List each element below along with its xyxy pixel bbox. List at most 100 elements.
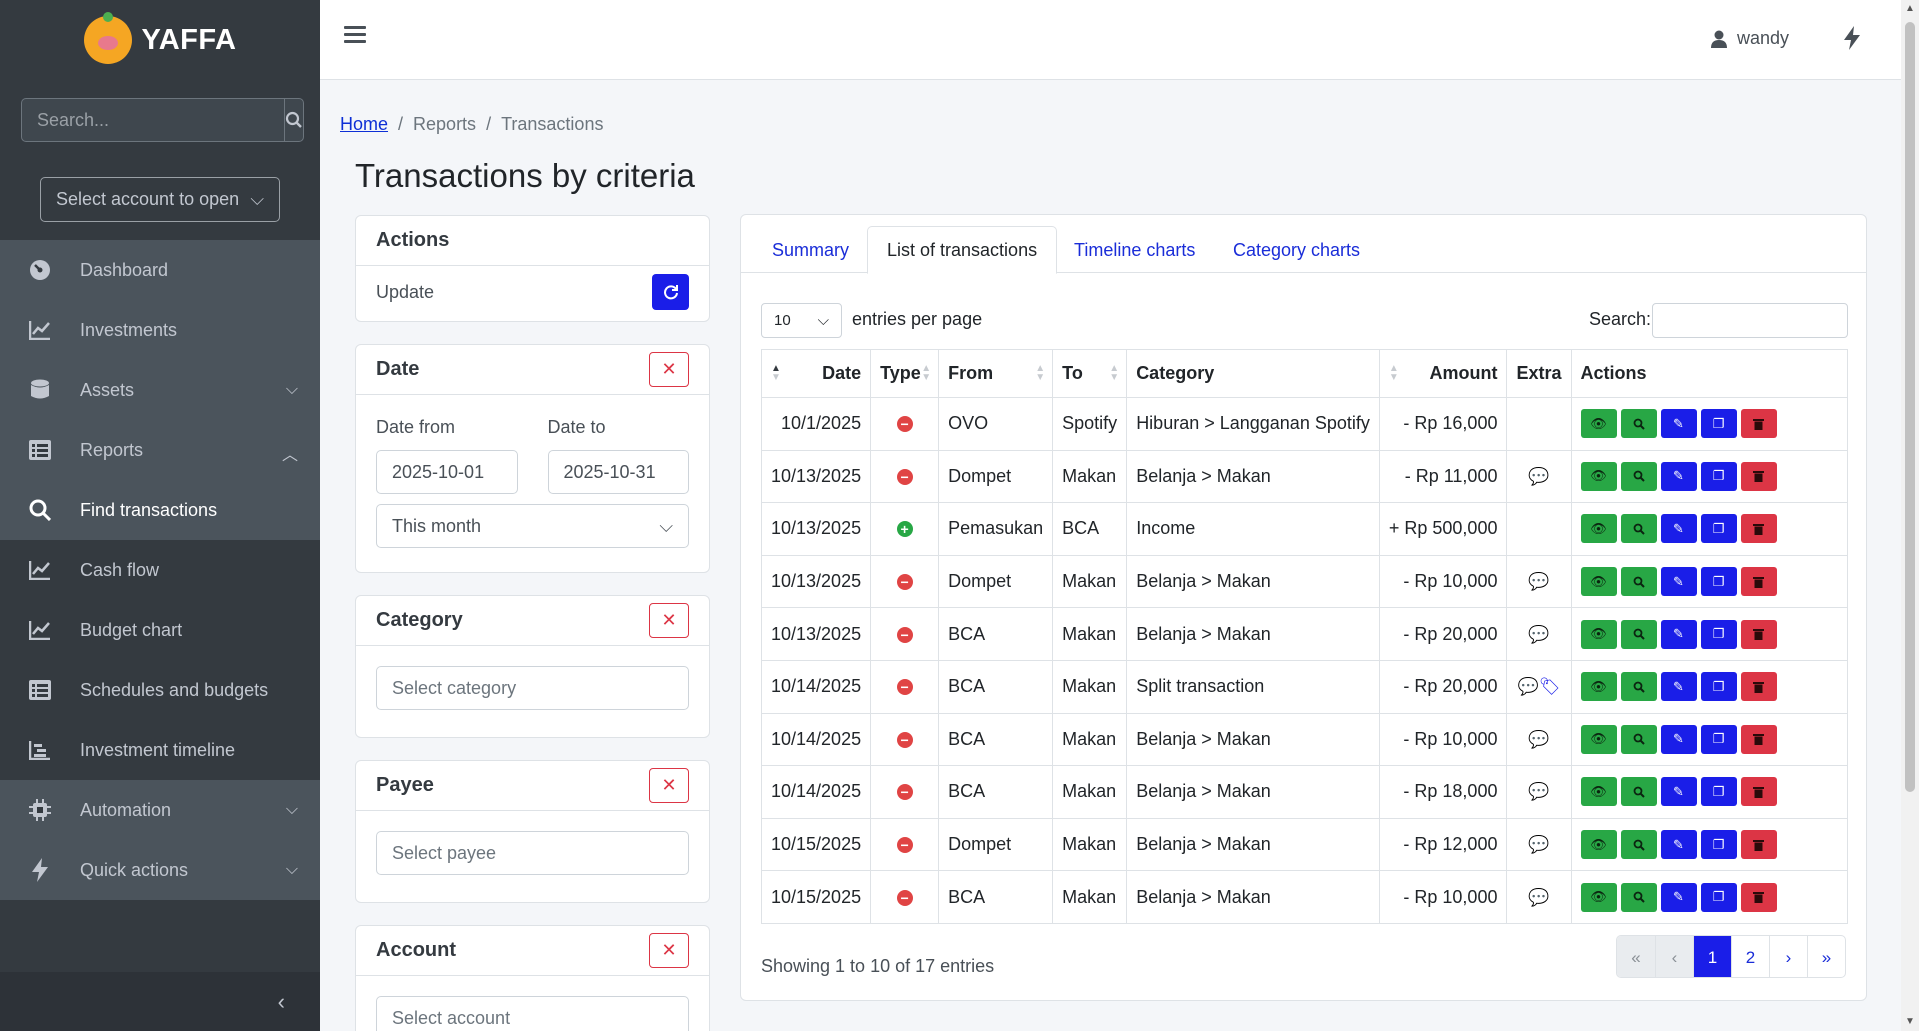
delete-button[interactable] [1740,672,1777,702]
find-similar-button[interactable] [1620,619,1657,649]
clear-date-button[interactable]: ✕ [649,352,689,387]
sidebar-item-dashboard[interactable]: Dashboard [0,240,320,300]
view-button[interactable]: 👁 [1580,882,1617,912]
clone-button[interactable]: ❐ [1700,882,1737,912]
delete-button[interactable] [1740,567,1777,597]
tab-list-of-transactions[interactable]: List of transactions [867,226,1058,274]
find-similar-button[interactable] [1620,672,1657,702]
delete-button[interactable] [1740,777,1777,807]
scrollbar-thumb[interactable] [1905,22,1915,792]
find-similar-button[interactable] [1620,830,1657,860]
find-similar-button[interactable] [1620,777,1657,807]
payee-select[interactable]: Select payee [376,831,689,875]
account-select-input[interactable]: Select account [376,996,689,1031]
find-similar-button[interactable] [1620,409,1657,439]
col-to[interactable]: To ▲ ▼ [1052,349,1128,398]
per-page-select[interactable]: 10 ⌵ [761,303,842,338]
sidebar-search-input[interactable] [21,98,284,142]
view-button[interactable]: 👁 [1580,830,1617,860]
clone-button[interactable]: ❐ [1700,409,1737,439]
breadcrumb-home[interactable]: Home [340,114,388,134]
edit-button[interactable]: ✎ [1660,724,1697,754]
clone-button[interactable]: ❐ [1700,567,1737,597]
clone-button[interactable]: ❐ [1700,619,1737,649]
clone-button[interactable]: ❐ [1700,461,1737,491]
delete-button[interactable] [1740,882,1777,912]
table-search-input[interactable] [1652,303,1848,338]
pagination-page-2[interactable]: 2 [1731,936,1769,977]
sidebar-item-investments[interactable]: Investments [0,300,320,360]
view-button[interactable]: 👁 [1580,619,1617,649]
tab-timeline-charts[interactable]: Timeline charts [1055,226,1214,274]
col-category[interactable]: Category [1126,349,1380,398]
sidebar-item-automation[interactable]: Automation ⌵ [0,780,320,840]
delete-button[interactable] [1740,461,1777,491]
sidebar-item-assets[interactable]: Assets ⌵ [0,360,320,420]
view-button[interactable]: 👁 [1580,672,1617,702]
account-select[interactable]: Select account to open ⌵ [40,177,280,222]
view-button[interactable]: 👁 [1580,461,1617,491]
clone-button[interactable]: ❐ [1700,724,1737,754]
delete-button[interactable] [1740,514,1777,544]
page-scrollbar[interactable]: ▲ ▼ [1901,0,1919,1031]
pagination-next[interactable]: › [1769,936,1807,977]
date-preset-select[interactable]: This month ⌵ [376,504,689,548]
view-button[interactable]: 👁 [1580,567,1617,597]
scroll-up-icon[interactable]: ▲ [1905,3,1915,14]
find-similar-button[interactable] [1620,882,1657,912]
sidebar-item-schedules-and-budgets[interactable]: Schedules and budgets [0,660,320,720]
clone-button[interactable]: ❐ [1700,672,1737,702]
clear-payee-button[interactable]: ✕ [649,768,689,803]
tab-category-charts[interactable]: Category charts [1214,226,1379,274]
date-from-input[interactable]: 2025-10-01 [376,450,518,494]
col-amount[interactable]: ▲ ▼ Amount [1378,349,1508,398]
clone-button[interactable]: ❐ [1700,830,1737,860]
delete-button[interactable] [1740,409,1777,439]
view-button[interactable]: 👁 [1580,409,1617,439]
edit-button[interactable]: ✎ [1660,514,1697,544]
pagination-page-1[interactable]: 1 [1693,936,1731,977]
edit-button[interactable]: ✎ [1660,409,1697,439]
pagination-first[interactable]: « [1617,936,1655,977]
brand[interactable]: YAFFA [0,0,320,80]
sidebar-search-button[interactable] [284,98,304,142]
sidebar-item-quick-actions[interactable]: Quick actions ⌵ [0,840,320,900]
pagination-last[interactable]: » [1807,936,1845,977]
clone-button[interactable]: ❐ [1700,514,1737,544]
edit-button[interactable]: ✎ [1660,461,1697,491]
delete-button[interactable] [1740,830,1777,860]
update-button[interactable] [652,274,689,310]
sidebar-item-cash-flow[interactable]: Cash flow [0,540,320,600]
sidebar-item-find-transactions[interactable]: Find transactions [0,480,320,540]
delete-button[interactable] [1740,724,1777,754]
bolt-icon[interactable] [1843,26,1861,56]
find-similar-button[interactable] [1620,461,1657,491]
find-similar-button[interactable] [1620,724,1657,754]
col-from[interactable]: From ▲ ▼ [938,349,1054,398]
sidebar-item-reports[interactable]: Reports ︿ [0,420,320,480]
edit-button[interactable]: ✎ [1660,619,1697,649]
clear-account-button[interactable]: ✕ [649,933,689,968]
clone-button[interactable]: ❐ [1700,777,1737,807]
tab-summary[interactable]: Summary [753,226,868,274]
col-type[interactable]: Type ▲ ▼ [870,349,940,398]
pagination-prev[interactable]: ‹ [1655,936,1693,977]
delete-button[interactable] [1740,619,1777,649]
date-to-input[interactable]: 2025-10-31 [547,450,689,494]
sidebar-item-budget-chart[interactable]: Budget chart [0,600,320,660]
category-select[interactable]: Select category [376,666,689,710]
edit-button[interactable]: ✎ [1660,882,1697,912]
col-date[interactable]: ▲ ▼ Date [760,349,872,398]
edit-button[interactable]: ✎ [1660,567,1697,597]
edit-button[interactable]: ✎ [1660,672,1697,702]
view-button[interactable]: 👁 [1580,514,1617,544]
sidebar-item-investment-timeline[interactable]: Investment timeline [0,720,320,780]
user-menu[interactable]: wandy [1710,28,1789,49]
menu-toggle-icon[interactable] [344,26,366,44]
view-button[interactable]: 👁 [1580,777,1617,807]
view-button[interactable]: 👁 [1580,724,1617,754]
find-similar-button[interactable] [1620,514,1657,544]
edit-button[interactable]: ✎ [1660,777,1697,807]
collapse-sidebar-button[interactable]: ‹ [0,972,320,1031]
scroll-down-icon[interactable]: ▼ [1905,1016,1915,1027]
